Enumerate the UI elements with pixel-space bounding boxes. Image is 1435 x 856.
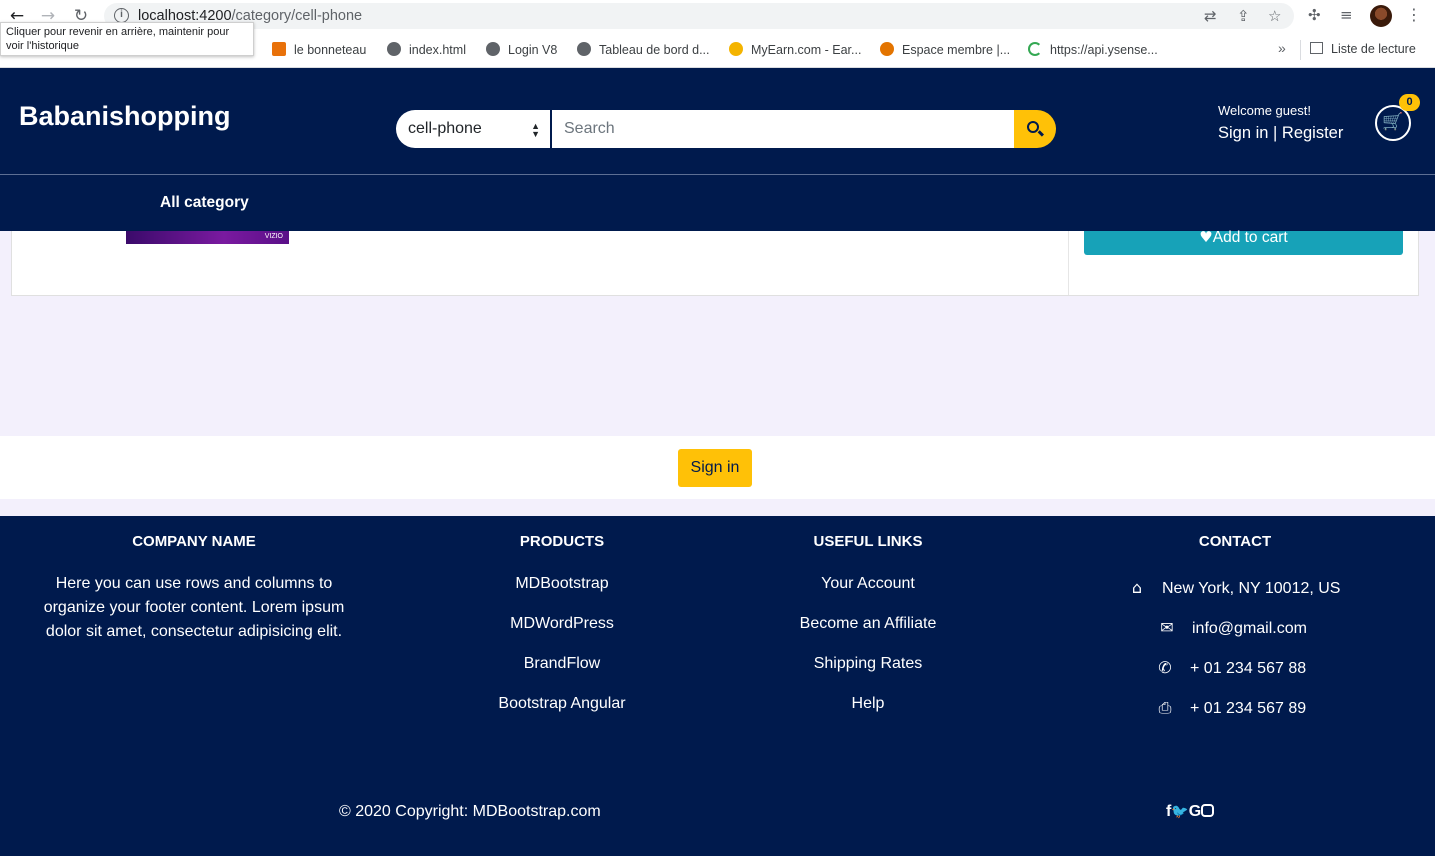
bookmark-favicon-icon <box>272 42 286 56</box>
profile-avatar[interactable] <box>1370 5 1392 27</box>
search-input[interactable]: Search <box>552 110 1014 148</box>
product-image-brand: VIZIO <box>264 233 283 240</box>
reading-list-label: Liste de lecture <box>1331 42 1416 56</box>
auth-links[interactable]: Sign in | Register <box>1218 124 1343 143</box>
more-bookmarks-icon[interactable]: » <box>1278 40 1286 56</box>
heart-icon: ♥ <box>1199 228 1213 246</box>
reading-list-icon <box>1310 42 1323 54</box>
site-info-icon[interactable]: i <box>114 8 129 23</box>
footer-useful-link[interactable]: Your Account <box>758 572 978 612</box>
extensions-icon[interactable]: ✣ <box>1308 6 1321 24</box>
category-select[interactable]: cell-phone ▲ ▼ <box>396 110 550 148</box>
bookmark-item[interactable]: index.html <box>387 42 466 57</box>
contact-phone-text: + 01 234 567 88 <box>1190 660 1307 677</box>
contact-address-text: New York, NY 10012, US <box>1162 580 1341 597</box>
google-icon[interactable]: G <box>1189 803 1201 821</box>
footer-contact-column: CONTACT <box>1135 533 1335 572</box>
envelope-icon: ✉ <box>1160 618 1174 637</box>
bookmark-label: MyEarn.com - Ear... <box>751 43 862 57</box>
address-bar[interactable]: i localhost:4200/category/cell-phone ⇄ ⇪… <box>104 3 1294 29</box>
bookmark-item[interactable]: https://api.ysense... <box>1028 42 1158 57</box>
reading-list-button[interactable]: Liste de lecture <box>1310 42 1416 56</box>
add-to-cart-button[interactable]: ♥Add to cart <box>1084 228 1403 255</box>
signin-strip: Sign in <box>0 436 1435 499</box>
bookmark-item[interactable]: Espace membre |... <box>880 42 1010 57</box>
translate-icon[interactable]: ⇄ <box>1204 7 1217 25</box>
product-image[interactable]: VIZIO <box>126 231 289 244</box>
footer-product-link[interactable]: BrandFlow <box>452 652 672 692</box>
bookmark-label: Espace membre |... <box>902 43 1011 57</box>
footer: COMPANY NAME Here you can use rows and c… <box>0 516 1435 856</box>
footer-product-link[interactable]: MDBootstrap <box>452 572 672 612</box>
all-category-link[interactable]: All category <box>160 194 249 212</box>
myearn-favicon-icon <box>729 42 743 56</box>
footer-useful-link[interactable]: Shipping Rates <box>758 652 978 692</box>
bookmark-label: le bonneteau <box>294 43 367 57</box>
contact-fax: ⎙ + 01 234 567 89 <box>1152 698 1307 718</box>
globe-icon <box>486 42 500 56</box>
footer-product-link[interactable]: Bootstrap Angular <box>452 692 672 732</box>
welcome-text: Welcome guest! <box>1218 103 1311 118</box>
footer-product-link[interactable]: MDWordPress <box>452 612 672 652</box>
bookmark-item[interactable]: Login V8 <box>486 42 557 57</box>
cart-count-badge: 0 <box>1399 94 1420 111</box>
footer-products-column: PRODUCTS MDBootstrap MDWordPress BrandFl… <box>452 533 672 732</box>
home-icon: ⌂ <box>1131 578 1143 597</box>
bookmarks-divider <box>1300 40 1301 60</box>
bookmark-label: Tableau de bord d... <box>599 43 710 57</box>
member-favicon-icon <box>880 42 894 56</box>
bookmark-star-icon[interactable]: ☆ <box>1268 7 1281 25</box>
footer-useful-link[interactable]: Help <box>758 692 978 732</box>
bookmark-label: Login V8 <box>508 43 558 57</box>
browser-menu-icon[interactable]: ⋮ <box>1406 5 1422 24</box>
globe-icon <box>577 42 591 56</box>
select-arrows-icon: ▲ ▼ <box>531 121 540 139</box>
copyright-text: © 2020 Copyright: MDBootstrap.com <box>339 803 601 820</box>
twitter-icon[interactable]: 🐦 <box>1171 804 1188 820</box>
search-button[interactable] <box>1014 110 1056 148</box>
bookmark-label: https://api.ysense... <box>1050 43 1158 57</box>
add-to-cart-label: Add to cart <box>1212 229 1288 246</box>
share-icon[interactable]: ⇪ <box>1237 7 1250 25</box>
category-nav: All category <box>0 175 1435 231</box>
footer-company-text: Here you can use rows and columns to org… <box>43 575 345 640</box>
phone-icon: ✆ <box>1158 658 1172 677</box>
site-header: Babanishopping cell-phone ▲ ▼ Search Welc… <box>0 68 1435 175</box>
bookmark-item[interactable]: Tableau de bord d... <box>577 42 710 57</box>
contact-email: ✉ info@gmail.com <box>1154 618 1307 638</box>
footer-useful-link[interactable]: Become an Affiliate <box>758 612 978 652</box>
bookmark-label: index.html <box>409 43 466 57</box>
bookmark-item[interactable]: MyEarn.com - Ear... <box>729 42 861 57</box>
footer-products-heading: PRODUCTS <box>519 533 605 550</box>
contact-phone: ✆ + 01 234 567 88 <box>1152 658 1306 678</box>
bookmark-item[interactable]: le bonneteau <box>272 42 366 57</box>
contact-address: ⌂ New York, NY 10012, US <box>1124 578 1341 598</box>
brand-logo[interactable]: Babanishopping <box>19 101 231 132</box>
category-select-value: cell-phone <box>408 120 482 137</box>
instagram-icon[interactable] <box>1201 804 1215 817</box>
footer-links-heading: USEFUL LINKS <box>813 533 923 550</box>
card-divider <box>1068 231 1069 295</box>
footer-company-column: COMPANY NAME Here you can use rows and c… <box>34 533 354 644</box>
product-card: VIZIO ♥Add to cart <box>11 228 1419 296</box>
ysense-favicon-icon <box>1028 42 1042 56</box>
media-queue-icon[interactable]: ≡ <box>1340 6 1353 24</box>
back-tooltip: Cliquer pour revenir en arrière, mainten… <box>0 22 254 56</box>
footer-contact-heading: CONTACT <box>1198 533 1272 550</box>
contact-fax-text: + 01 234 567 89 <box>1190 700 1307 717</box>
search-icon-handle <box>1037 130 1045 137</box>
footer-links-column: USEFUL LINKS Your Account Become an Affi… <box>758 533 978 732</box>
print-icon: ⎙ <box>1158 698 1172 717</box>
social-links: f🐦G <box>1166 803 1215 821</box>
contact-email-text: info@gmail.com <box>1192 620 1307 637</box>
globe-icon <box>387 42 401 56</box>
sign-in-button[interactable]: Sign in <box>678 449 752 487</box>
footer-company-heading: COMPANY NAME <box>132 533 256 550</box>
